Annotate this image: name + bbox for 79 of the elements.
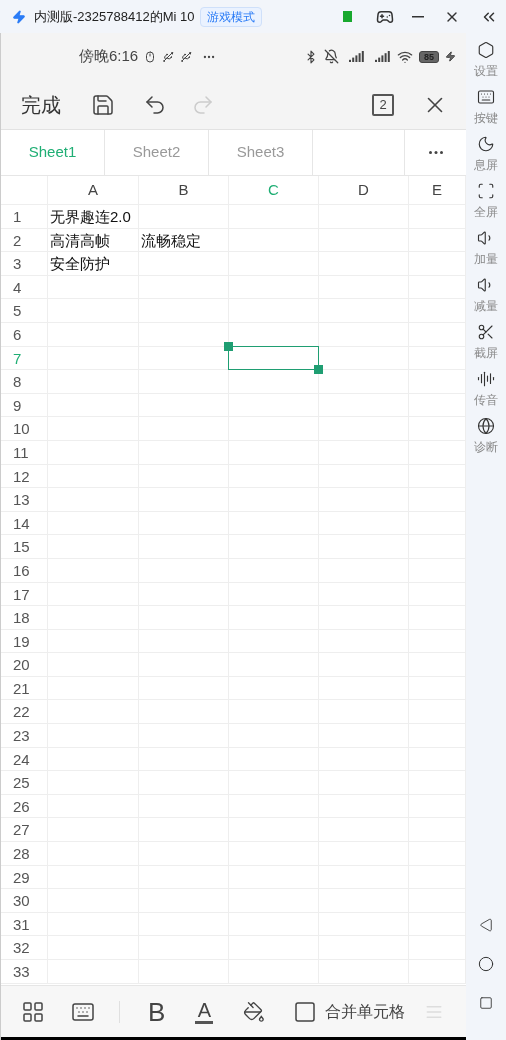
done-button[interactable]: 完成 (21, 89, 61, 120)
moon-icon (477, 135, 495, 153)
device-indicator-icon (343, 11, 352, 22)
row-header[interactable]: 9 (1, 393, 48, 417)
row-header[interactable]: 31 (1, 912, 48, 936)
column-header[interactable]: A (48, 176, 139, 204)
save-button[interactable] (91, 92, 115, 117)
row-header[interactable]: 5 (1, 299, 48, 322)
row-header[interactable]: 20 (1, 653, 48, 676)
recents-button[interactable] (479, 996, 493, 1010)
sound-wave-icon (477, 370, 495, 388)
row-header[interactable]: 18 (1, 606, 48, 629)
bold-button[interactable]: B (148, 998, 166, 1025)
home-button[interactable] (478, 956, 494, 972)
row-header[interactable]: 22 (1, 700, 48, 724)
row-header[interactable]: 30 (1, 889, 48, 912)
sidebar-button[interactable]: 息屏 (474, 131, 498, 178)
row-header[interactable]: 19 (1, 629, 48, 653)
cell-text: 高清高帧 (50, 230, 110, 251)
sidebar-button[interactable]: 设置 (474, 37, 498, 84)
row-header[interactable]: 29 (1, 865, 48, 889)
row-header[interactable]: 11 (1, 440, 48, 464)
row-header[interactable]: 27 (1, 818, 48, 842)
charging-icon (445, 51, 456, 62)
row-header[interactable]: 32 (1, 936, 48, 959)
row-header[interactable]: 26 (1, 794, 48, 818)
usb-icon (180, 50, 193, 63)
row-header[interactable]: 13 (1, 488, 48, 511)
minimize-button[interactable] (412, 15, 424, 18)
row-header[interactable]: 23 (1, 724, 48, 747)
settings-icon (477, 41, 495, 59)
row-header[interactable]: 2 (1, 228, 48, 252)
row-header[interactable]: 33 (1, 960, 48, 983)
row-header[interactable]: 14 (1, 511, 48, 535)
grid-menu-button[interactable] (21, 999, 45, 1024)
row-header[interactable]: 24 (1, 747, 48, 771)
muted-bell-icon (324, 49, 339, 64)
column-header[interactable]: B (139, 176, 229, 204)
usb-icon (162, 50, 175, 63)
font-color-button[interactable]: A (195, 999, 214, 1024)
back-button[interactable] (479, 918, 493, 932)
battery-level: 85 (419, 50, 439, 63)
row-header[interactable]: 6 (1, 322, 48, 346)
globe-icon (477, 417, 495, 435)
row-header[interactable]: 8 (1, 370, 48, 393)
sidebar-button[interactable]: 全屏 (474, 178, 498, 225)
app-logo-icon (12, 9, 26, 24)
row-header[interactable]: 10 (1, 417, 48, 440)
row-header[interactable]: 28 (1, 842, 48, 865)
page-count-button[interactable]: 2 (372, 93, 394, 116)
merge-cells-button[interactable]: 合并单元格 (293, 999, 406, 1024)
column-header[interactable]: E (409, 176, 466, 204)
status-time: 傍晚6:16 (79, 46, 139, 67)
merge-cells-icon (293, 999, 318, 1024)
row-header[interactable]: 4 (1, 275, 48, 299)
more-icon (428, 151, 443, 154)
row-header[interactable]: 1 (1, 205, 48, 228)
sidebar-button[interactable]: 截屏 (474, 319, 498, 366)
row-header[interactable]: 21 (1, 676, 48, 700)
row-header[interactable]: 15 (1, 535, 48, 558)
row-header[interactable]: 12 (1, 464, 48, 488)
fill-color-button[interactable] (243, 1000, 266, 1023)
scissors-icon (477, 323, 495, 341)
row-header[interactable]: 17 (1, 582, 48, 606)
sidebar-button[interactable]: 加量 (474, 225, 498, 272)
row-header[interactable]: 16 (1, 558, 48, 582)
row-header[interactable]: 3 (1, 252, 48, 275)
cell-text: 无界趣连2.0 (50, 207, 131, 227)
mouse-icon (144, 50, 157, 63)
minimize-icon (412, 15, 424, 18)
fullscreen-icon (477, 182, 495, 200)
column-header[interactable]: D (319, 176, 409, 204)
sidebar-button[interactable]: 减量 (474, 272, 498, 319)
cell-text: 流畅稳定 (141, 230, 201, 251)
game-mode-badge: 游戏模式 (200, 6, 263, 27)
keyboard-icon (477, 88, 495, 106)
row-header[interactable]: 25 (1, 771, 48, 794)
window-title: 内测版-2325788412的Mi 10 (34, 7, 195, 26)
cell-text: 安全防护 (50, 254, 110, 275)
